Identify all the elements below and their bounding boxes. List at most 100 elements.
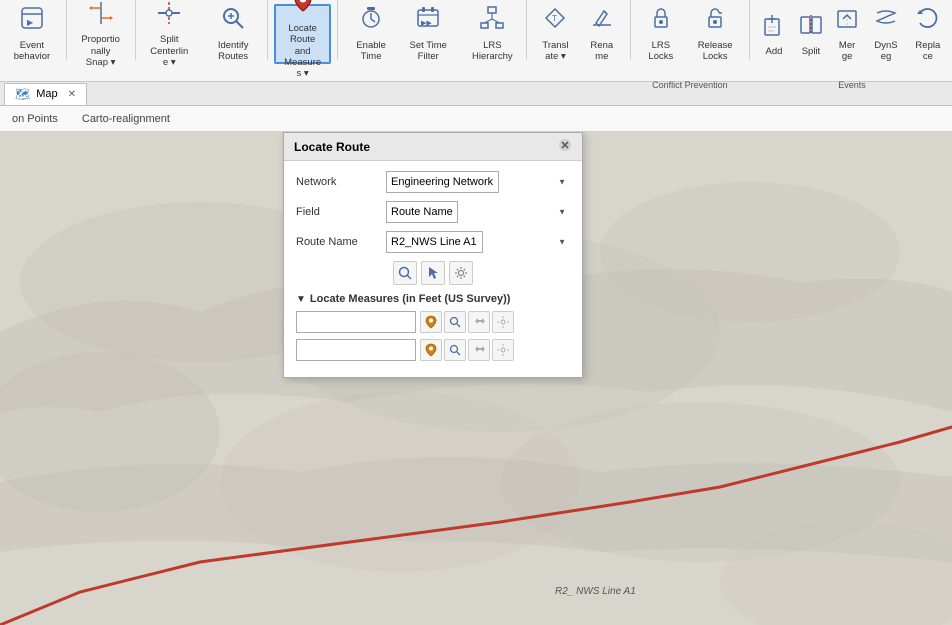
measure-input-1[interactable]: [296, 311, 416, 333]
map-tab[interactable]: 🗺 Map ✕: [4, 83, 87, 105]
translate-btn[interactable]: T Translate ▾: [533, 4, 578, 64]
toolbar-section-translate: T Translate ▾ Rename: [529, 0, 628, 81]
locate-route-icon: [290, 0, 316, 21]
release-locks-btn[interactable]: Release Locks: [687, 4, 743, 64]
replace-btn[interactable]: Replace: [908, 4, 948, 64]
proportionally-snap-icon: [88, 0, 114, 32]
toolbar-section-time: Enable Time ▶▶ Set Time Filter: [340, 0, 460, 81]
events-label: Events: [752, 80, 952, 93]
measure-pin-1[interactable]: [420, 311, 442, 333]
measure-row-2: [296, 339, 570, 361]
event-behavior-btn[interactable]: ▶ Event behavior: [4, 4, 60, 64]
map-area: R2_ NWS Line A1 R3_NWS Line A1 Locate Ro…: [0, 132, 952, 625]
search-route-btn[interactable]: [393, 261, 417, 285]
map-tab-label: Map: [36, 88, 57, 100]
enable-time-btn[interactable]: Enable Time: [344, 4, 398, 64]
cursor-route-btn[interactable]: [421, 261, 445, 285]
measure-move-2[interactable]: [468, 339, 490, 361]
network-label: Network: [296, 176, 386, 188]
locate-panel-header: Locate Route: [284, 133, 582, 161]
snap-label: Proportionally Snap ▾: [80, 34, 122, 68]
identify-routes-label: Identify Routes: [212, 40, 254, 63]
network-row: Network Engineering Network Highway Netw…: [296, 171, 570, 193]
toolbar-section-events: Add Split: [752, 0, 952, 81]
enable-time-icon: [358, 5, 384, 37]
svg-text:▶: ▶: [27, 18, 34, 27]
merge-label: Merge: [837, 40, 857, 63]
add-label: Add: [766, 46, 783, 57]
identify-routes-icon: [220, 5, 246, 37]
lrs-locks-label: LRS Locks: [644, 40, 679, 63]
route-icon-row: [296, 261, 570, 285]
dynseg-icon: [874, 5, 898, 37]
field-label: Field: [296, 206, 386, 218]
network-select-wrapper: Engineering Network Highway Network: [386, 171, 570, 193]
add-btn[interactable]: Add: [756, 4, 792, 64]
toolbar-section-conflict: LRS Locks Release Locks Conflict Prevent…: [633, 0, 748, 81]
rename-btn[interactable]: Rename: [580, 4, 624, 64]
split-events-icon: [800, 11, 822, 43]
network-select[interactable]: Engineering Network Highway Network: [386, 171, 499, 193]
locate-panel-body: Network Engineering Network Highway Netw…: [284, 161, 582, 377]
identify-routes-btn[interactable]: Identify Routes: [205, 4, 261, 64]
dynseg-btn[interactable]: DynSeg: [866, 4, 905, 64]
divider-2: [135, 0, 136, 60]
settings-route-btn[interactable]: [449, 261, 473, 285]
toolbar-section-locate: Locate Route and Measures ▾: [270, 0, 336, 81]
rename-label: Rename: [587, 40, 617, 63]
route-name-row: Route Name R2_NWS Line A1 R3_NWS Line A1: [296, 231, 570, 253]
divider-5: [526, 0, 527, 60]
sub-bar-carto[interactable]: Carto-realignment: [78, 111, 174, 127]
conflict-prevention-label: Conflict Prevention: [633, 80, 748, 93]
toolbar-section-identify: Identify Routes: [201, 0, 265, 81]
translate-label: Translate ▾: [540, 40, 571, 63]
lrs-hierarchy-btn[interactable]: LRS Hierarchy: [464, 4, 520, 64]
measure-icons-2: [420, 339, 514, 361]
split-events-btn[interactable]: Split: [794, 4, 828, 64]
split-centerline-btn[interactable]: Split Centerline ▾: [141, 4, 197, 64]
measure-settings-1[interactable]: [492, 311, 514, 333]
route-name-select[interactable]: R2_NWS Line A1 R3_NWS Line A1: [386, 231, 483, 253]
locate-route-btn[interactable]: Locate Route and Measures ▾: [274, 4, 332, 64]
divider-6: [630, 0, 631, 60]
locate-route-label: Locate Route and Measures ▾: [282, 23, 324, 80]
locate-panel-title: Locate Route: [294, 140, 370, 154]
measure-move-1[interactable]: [468, 311, 490, 333]
measure-search-1[interactable]: [444, 311, 466, 333]
field-select[interactable]: Route Name Route ID: [386, 201, 458, 223]
lrs-locks-btn[interactable]: LRS Locks: [637, 4, 686, 64]
sub-bar: on Points Carto-realignment: [0, 106, 952, 132]
measure-row-1: [296, 311, 570, 333]
sub-bar-on-points[interactable]: on Points: [8, 111, 62, 127]
rename-icon: [589, 5, 615, 37]
route-name-select-wrapper: R2_NWS Line A1 R3_NWS Line A1: [386, 231, 570, 253]
replace-icon: [916, 5, 940, 37]
svg-text:T: T: [552, 14, 557, 23]
measure-icons-1: [420, 311, 514, 333]
set-time-filter-btn[interactable]: ▶▶ Set Time Filter: [400, 4, 456, 64]
proportionally-snap-btn[interactable]: Proportionally Snap ▾: [73, 4, 129, 64]
lrs-hierarchy-label: LRS Hierarchy: [471, 40, 513, 63]
toolbar-section-snap: Proportionally Snap ▾: [69, 0, 133, 81]
set-time-filter-label: Set Time Filter: [407, 40, 449, 63]
map-tab-close[interactable]: ✕: [68, 89, 76, 100]
field-row: Field Route Name Route ID: [296, 201, 570, 223]
merge-btn[interactable]: Merge: [830, 4, 864, 64]
locate-panel: Locate Route Network Engineering Network…: [283, 132, 583, 378]
split-centerline-label: Split Centerline ▾: [148, 34, 190, 68]
toolbar-section-event-behavior: ▶ Event behavior: [0, 0, 64, 81]
merge-icon: [836, 5, 858, 37]
locate-panel-close[interactable]: [558, 138, 572, 155]
toolbar-section-split: Split Centerline ▾: [137, 0, 201, 81]
measure-pin-2[interactable]: [420, 339, 442, 361]
measure-settings-2[interactable]: [492, 339, 514, 361]
measure-input-2[interactable]: [296, 339, 416, 361]
svg-text:▶▶: ▶▶: [421, 20, 432, 27]
dynseg-label: DynSeg: [873, 40, 898, 63]
event-behavior-label: Event behavior: [11, 40, 53, 63]
replace-label: Replace: [915, 40, 941, 63]
measure-search-2[interactable]: [444, 339, 466, 361]
split-events-label: Split: [802, 46, 820, 57]
translate-icon: T: [542, 5, 568, 37]
locate-measures-header[interactable]: ▼ Locate Measures (in Feet (US Survey)): [296, 293, 570, 305]
